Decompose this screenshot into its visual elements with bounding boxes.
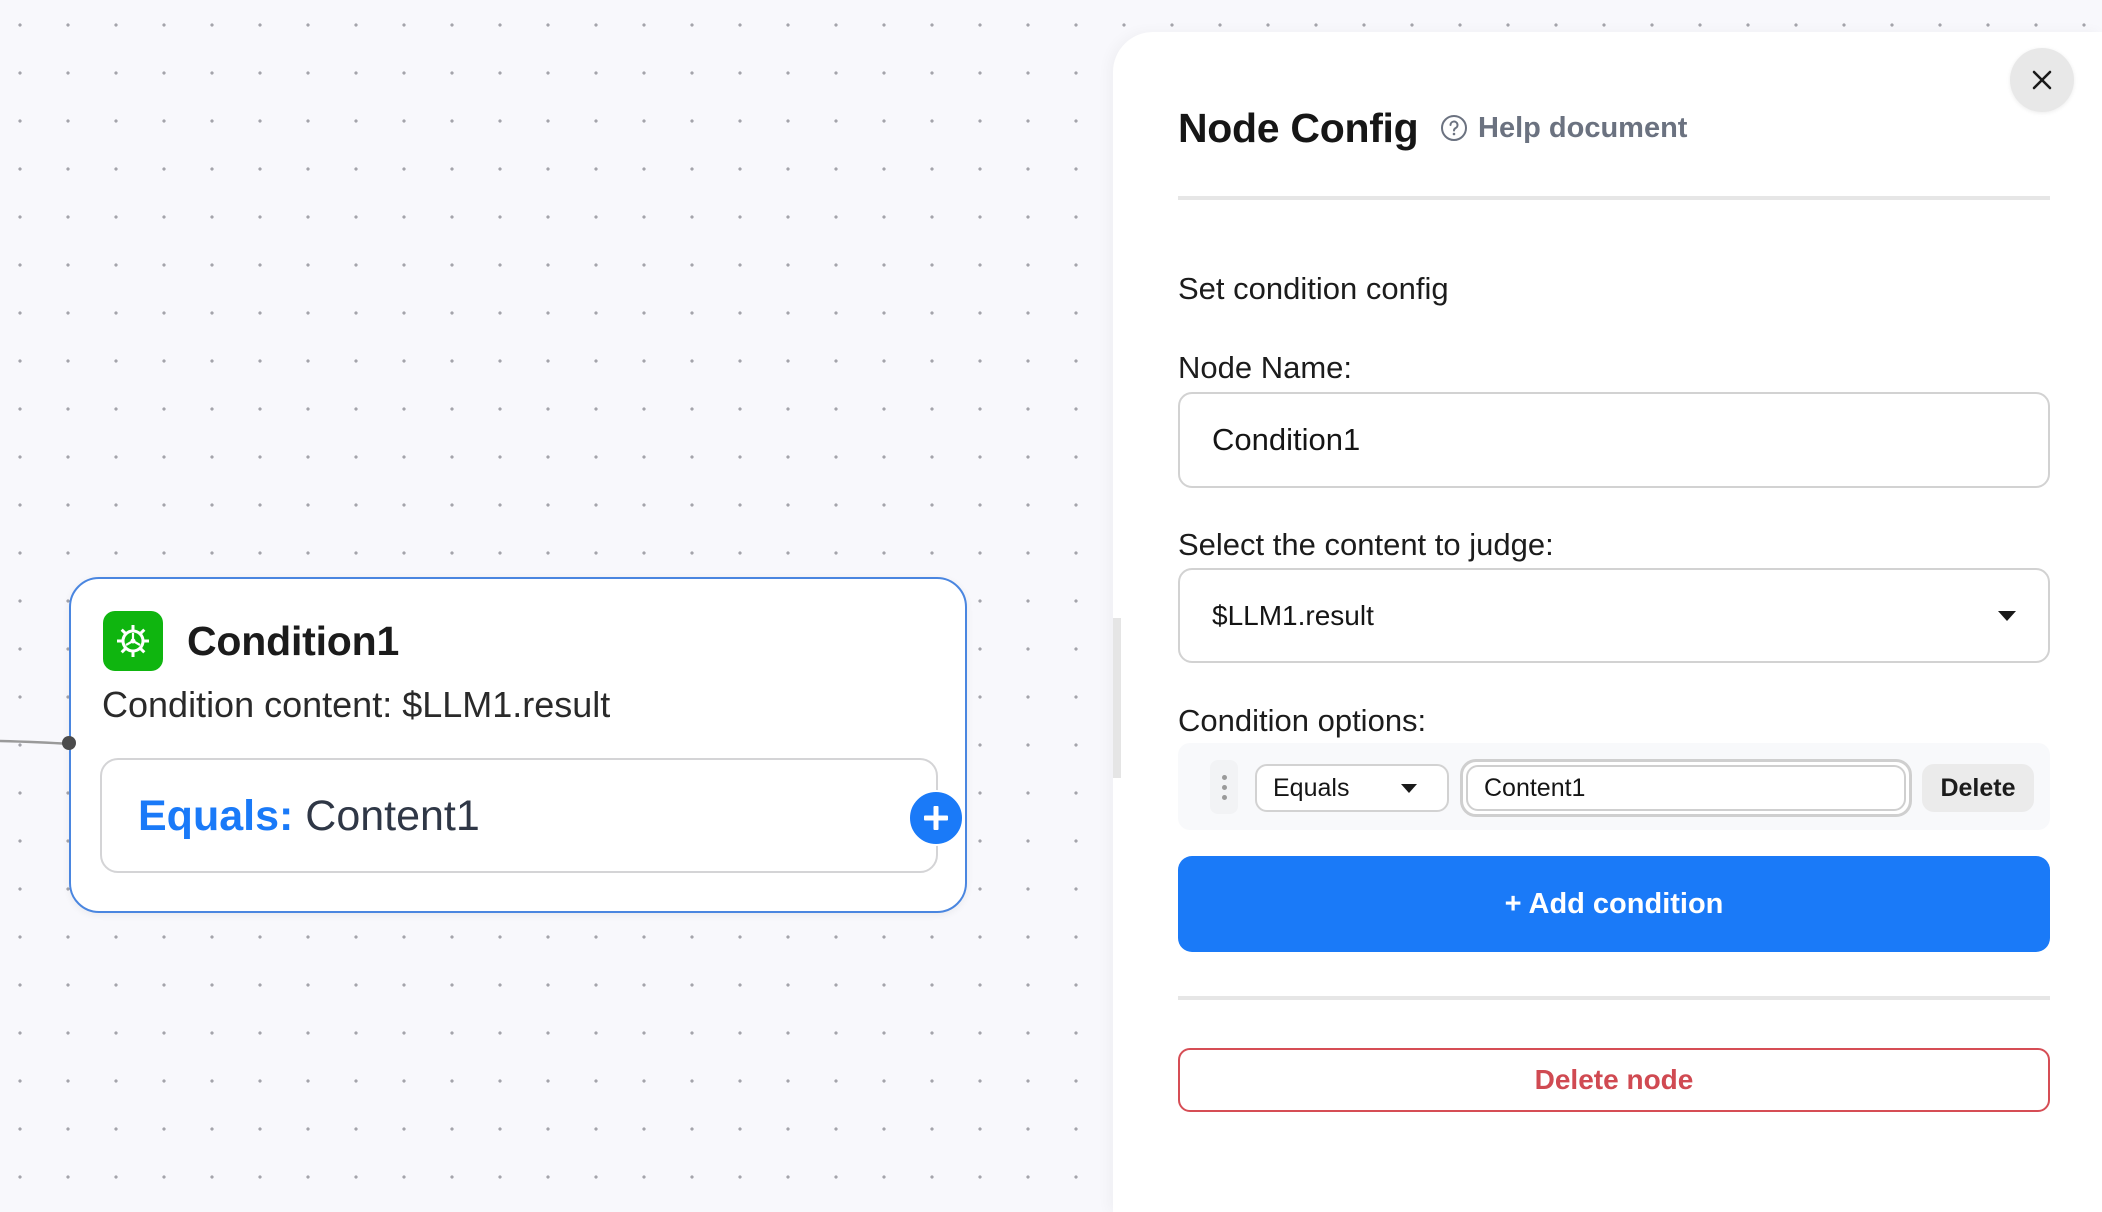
condition-options-label: Condition options: — [1178, 703, 1427, 738]
node-input-handle[interactable] — [62, 736, 76, 750]
condition-node[interactable]: Condition1 Condition content: $LLM1.resu… — [62, 577, 967, 913]
panel-resize-handle[interactable] — [1113, 618, 1121, 778]
add-condition-button[interactable]: + Add condition — [1178, 856, 2050, 952]
content-select[interactable]: $LLM1.result — [1178, 568, 2050, 663]
condition-operator-label: Equals: — [138, 792, 294, 840]
close-icon — [2032, 70, 2052, 90]
node-name-input[interactable] — [1178, 392, 2050, 488]
condition-option-row: Equals Delete — [1178, 743, 2050, 830]
node-name-label: Node Name: — [1178, 350, 1353, 385]
plus-icon — [924, 806, 948, 830]
chevron-down-icon — [1998, 610, 2016, 621]
close-panel-button[interactable] — [2010, 48, 2074, 112]
footer-divider — [1178, 996, 2050, 1000]
operator-select[interactable]: Equals — [1255, 764, 1449, 812]
section-title: Set condition config — [1178, 271, 1449, 306]
operator-select-value: Equals — [1273, 773, 1350, 802]
delete-condition-button[interactable]: Delete — [1922, 764, 2034, 812]
panel-title: Node Config — [1178, 105, 1419, 151]
content-select-label: Select the content to judge: — [1178, 527, 1554, 562]
condition-gear-icon — [103, 611, 163, 671]
node-config-panel: Node Config Help document Set condition … — [1113, 32, 2102, 1212]
node-condition-content: Condition content: $LLM1.result — [102, 684, 611, 725]
condition-value: Content1 — [305, 792, 480, 840]
question-circle-icon — [1441, 115, 1467, 141]
drag-handle-icon[interactable] — [1210, 760, 1238, 814]
condition-value-input[interactable] — [1466, 765, 1906, 811]
help-document-link[interactable]: Help document — [1440, 108, 1687, 148]
help-document-label: Help document — [1478, 111, 1688, 144]
add-branch-button[interactable] — [908, 790, 964, 846]
node-title: Condition1 — [187, 618, 400, 664]
delete-node-button[interactable]: Delete node — [1178, 1048, 2050, 1112]
condition-value-field — [1460, 759, 1912, 817]
content-select-value: $LLM1.result — [1212, 599, 1374, 631]
header-divider — [1178, 196, 2050, 200]
chevron-down-icon — [1401, 783, 1417, 793]
node-condition-branch: Equals: Content1 — [100, 758, 938, 873]
